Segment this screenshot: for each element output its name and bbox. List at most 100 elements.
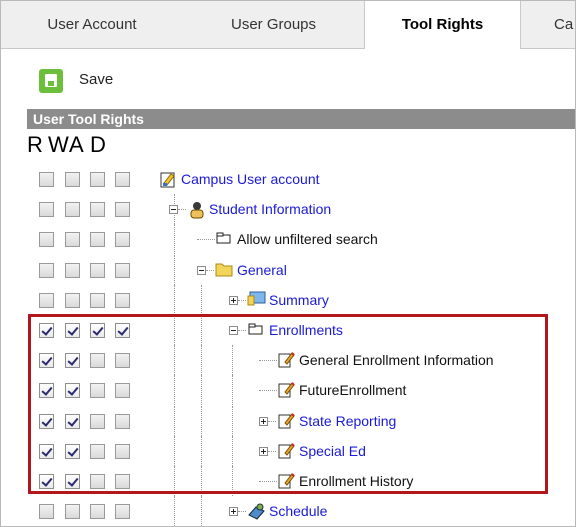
tool-icon: [247, 320, 265, 338]
delete-checkbox[interactable]: [115, 444, 130, 459]
tree-guide-line: [232, 406, 233, 436]
tree-node-label[interactable]: Special Ed: [299, 442, 366, 460]
schedule-icon: [247, 501, 265, 520]
tab-strip: User Account User Groups Tool Rights Ca: [1, 1, 575, 49]
expand-icon[interactable]: [229, 296, 238, 305]
tree-node-label[interactable]: Campus User account: [181, 170, 320, 188]
tree-row: Enrollments: [1, 315, 575, 345]
edit-icon: [277, 441, 295, 459]
write-checkbox[interactable]: [65, 172, 80, 187]
tree-branch-line: [197, 239, 215, 240]
collapse-icon[interactable]: [169, 205, 178, 214]
delete-checkbox[interactable]: [115, 383, 130, 398]
tree-guide-line: [232, 466, 233, 496]
tree-guide-line: [232, 436, 233, 466]
read-checkbox[interactable]: [39, 293, 54, 308]
add-checkbox[interactable]: [90, 323, 105, 338]
tree-guide-line: [201, 375, 202, 405]
expand-icon[interactable]: [259, 447, 268, 456]
delete-checkbox[interactable]: [115, 504, 130, 519]
tree-node-label[interactable]: Summary: [269, 291, 329, 309]
read-checkbox[interactable]: [39, 353, 54, 368]
tree-row: Enrollment History: [1, 466, 575, 496]
write-checkbox[interactable]: [65, 323, 80, 338]
write-checkbox[interactable]: [65, 383, 80, 398]
write-checkbox[interactable]: [65, 353, 80, 368]
tree-row: FutureEnrollment: [1, 375, 575, 405]
tree-guide-line: [174, 436, 175, 466]
read-checkbox[interactable]: [39, 232, 54, 247]
add-checkbox[interactable]: [90, 172, 105, 187]
tree-node-label[interactable]: General: [237, 261, 287, 279]
write-checkbox[interactable]: [65, 444, 80, 459]
tree-row: Allow unfiltered search: [1, 224, 575, 254]
add-checkbox[interactable]: [90, 353, 105, 368]
add-checkbox[interactable]: [90, 293, 105, 308]
collapse-icon[interactable]: [229, 326, 238, 335]
read-checkbox[interactable]: [39, 323, 54, 338]
read-checkbox[interactable]: [39, 172, 54, 187]
tree-guide-line: [201, 466, 202, 496]
tree-branch-line: [268, 421, 276, 422]
read-checkbox[interactable]: [39, 202, 54, 217]
add-checkbox[interactable]: [90, 414, 105, 429]
delete-checkbox[interactable]: [115, 353, 130, 368]
delete-checkbox[interactable]: [115, 172, 130, 187]
delete-checkbox[interactable]: [115, 202, 130, 217]
expand-icon[interactable]: [259, 417, 268, 426]
tree-node-label[interactable]: State Reporting: [299, 412, 396, 430]
add-checkbox[interactable]: [90, 263, 105, 278]
tree-guide-line: [232, 375, 233, 405]
write-checkbox[interactable]: [65, 504, 80, 519]
add-checkbox[interactable]: [90, 504, 105, 519]
tree-guide-line: [201, 285, 202, 315]
delete-checkbox[interactable]: [115, 323, 130, 338]
read-checkbox[interactable]: [39, 504, 54, 519]
tab-campus-truncated[interactable]: Ca: [520, 1, 575, 48]
write-checkbox[interactable]: [65, 232, 80, 247]
delete-checkbox[interactable]: [115, 474, 130, 489]
add-checkbox[interactable]: [90, 232, 105, 247]
write-checkbox[interactable]: [65, 202, 80, 217]
read-checkbox[interactable]: [39, 474, 54, 489]
add-checkbox[interactable]: [90, 444, 105, 459]
add-checkbox[interactable]: [90, 474, 105, 489]
tree-row: State Reporting: [1, 406, 575, 436]
write-checkbox[interactable]: [65, 414, 80, 429]
tree-branch-line: [259, 390, 277, 391]
tree-branch-line: [206, 270, 214, 271]
expand-icon[interactable]: [229, 507, 238, 516]
edit-icon: [277, 350, 295, 368]
tree-node-label[interactable]: Schedule: [269, 502, 327, 520]
tree-row: Student Information: [1, 194, 575, 224]
add-checkbox[interactable]: [90, 202, 105, 217]
tree-guide-line: [201, 315, 202, 345]
column-delete: D: [90, 132, 106, 157]
tree-node-label[interactable]: Student Information: [209, 200, 331, 218]
write-checkbox[interactable]: [65, 474, 80, 489]
delete-checkbox[interactable]: [115, 293, 130, 308]
delete-checkbox[interactable]: [115, 263, 130, 278]
write-checkbox[interactable]: [65, 263, 80, 278]
tree-guide-line: [174, 345, 175, 375]
tab-user-groups[interactable]: User Groups: [183, 1, 364, 48]
tree-branch-line: [238, 330, 246, 331]
delete-checkbox[interactable]: [115, 414, 130, 429]
summary-icon: [247, 290, 266, 308]
read-checkbox[interactable]: [39, 263, 54, 278]
tree-row: Schedule: [1, 496, 575, 526]
read-checkbox[interactable]: [39, 414, 54, 429]
read-checkbox[interactable]: [39, 444, 54, 459]
tool-icon: [215, 229, 233, 247]
tab-tool-rights[interactable]: Tool Rights: [364, 1, 521, 49]
tree-node-label[interactable]: Enrollments: [269, 321, 343, 339]
tree-branch-line: [268, 451, 276, 452]
add-checkbox[interactable]: [90, 383, 105, 398]
tree-guide-line: [174, 375, 175, 405]
delete-checkbox[interactable]: [115, 232, 130, 247]
collapse-icon[interactable]: [197, 266, 206, 275]
tab-user-account[interactable]: User Account: [1, 1, 183, 48]
tree-row: General Enrollment Information: [1, 345, 575, 375]
read-checkbox[interactable]: [39, 383, 54, 398]
write-checkbox[interactable]: [65, 293, 80, 308]
